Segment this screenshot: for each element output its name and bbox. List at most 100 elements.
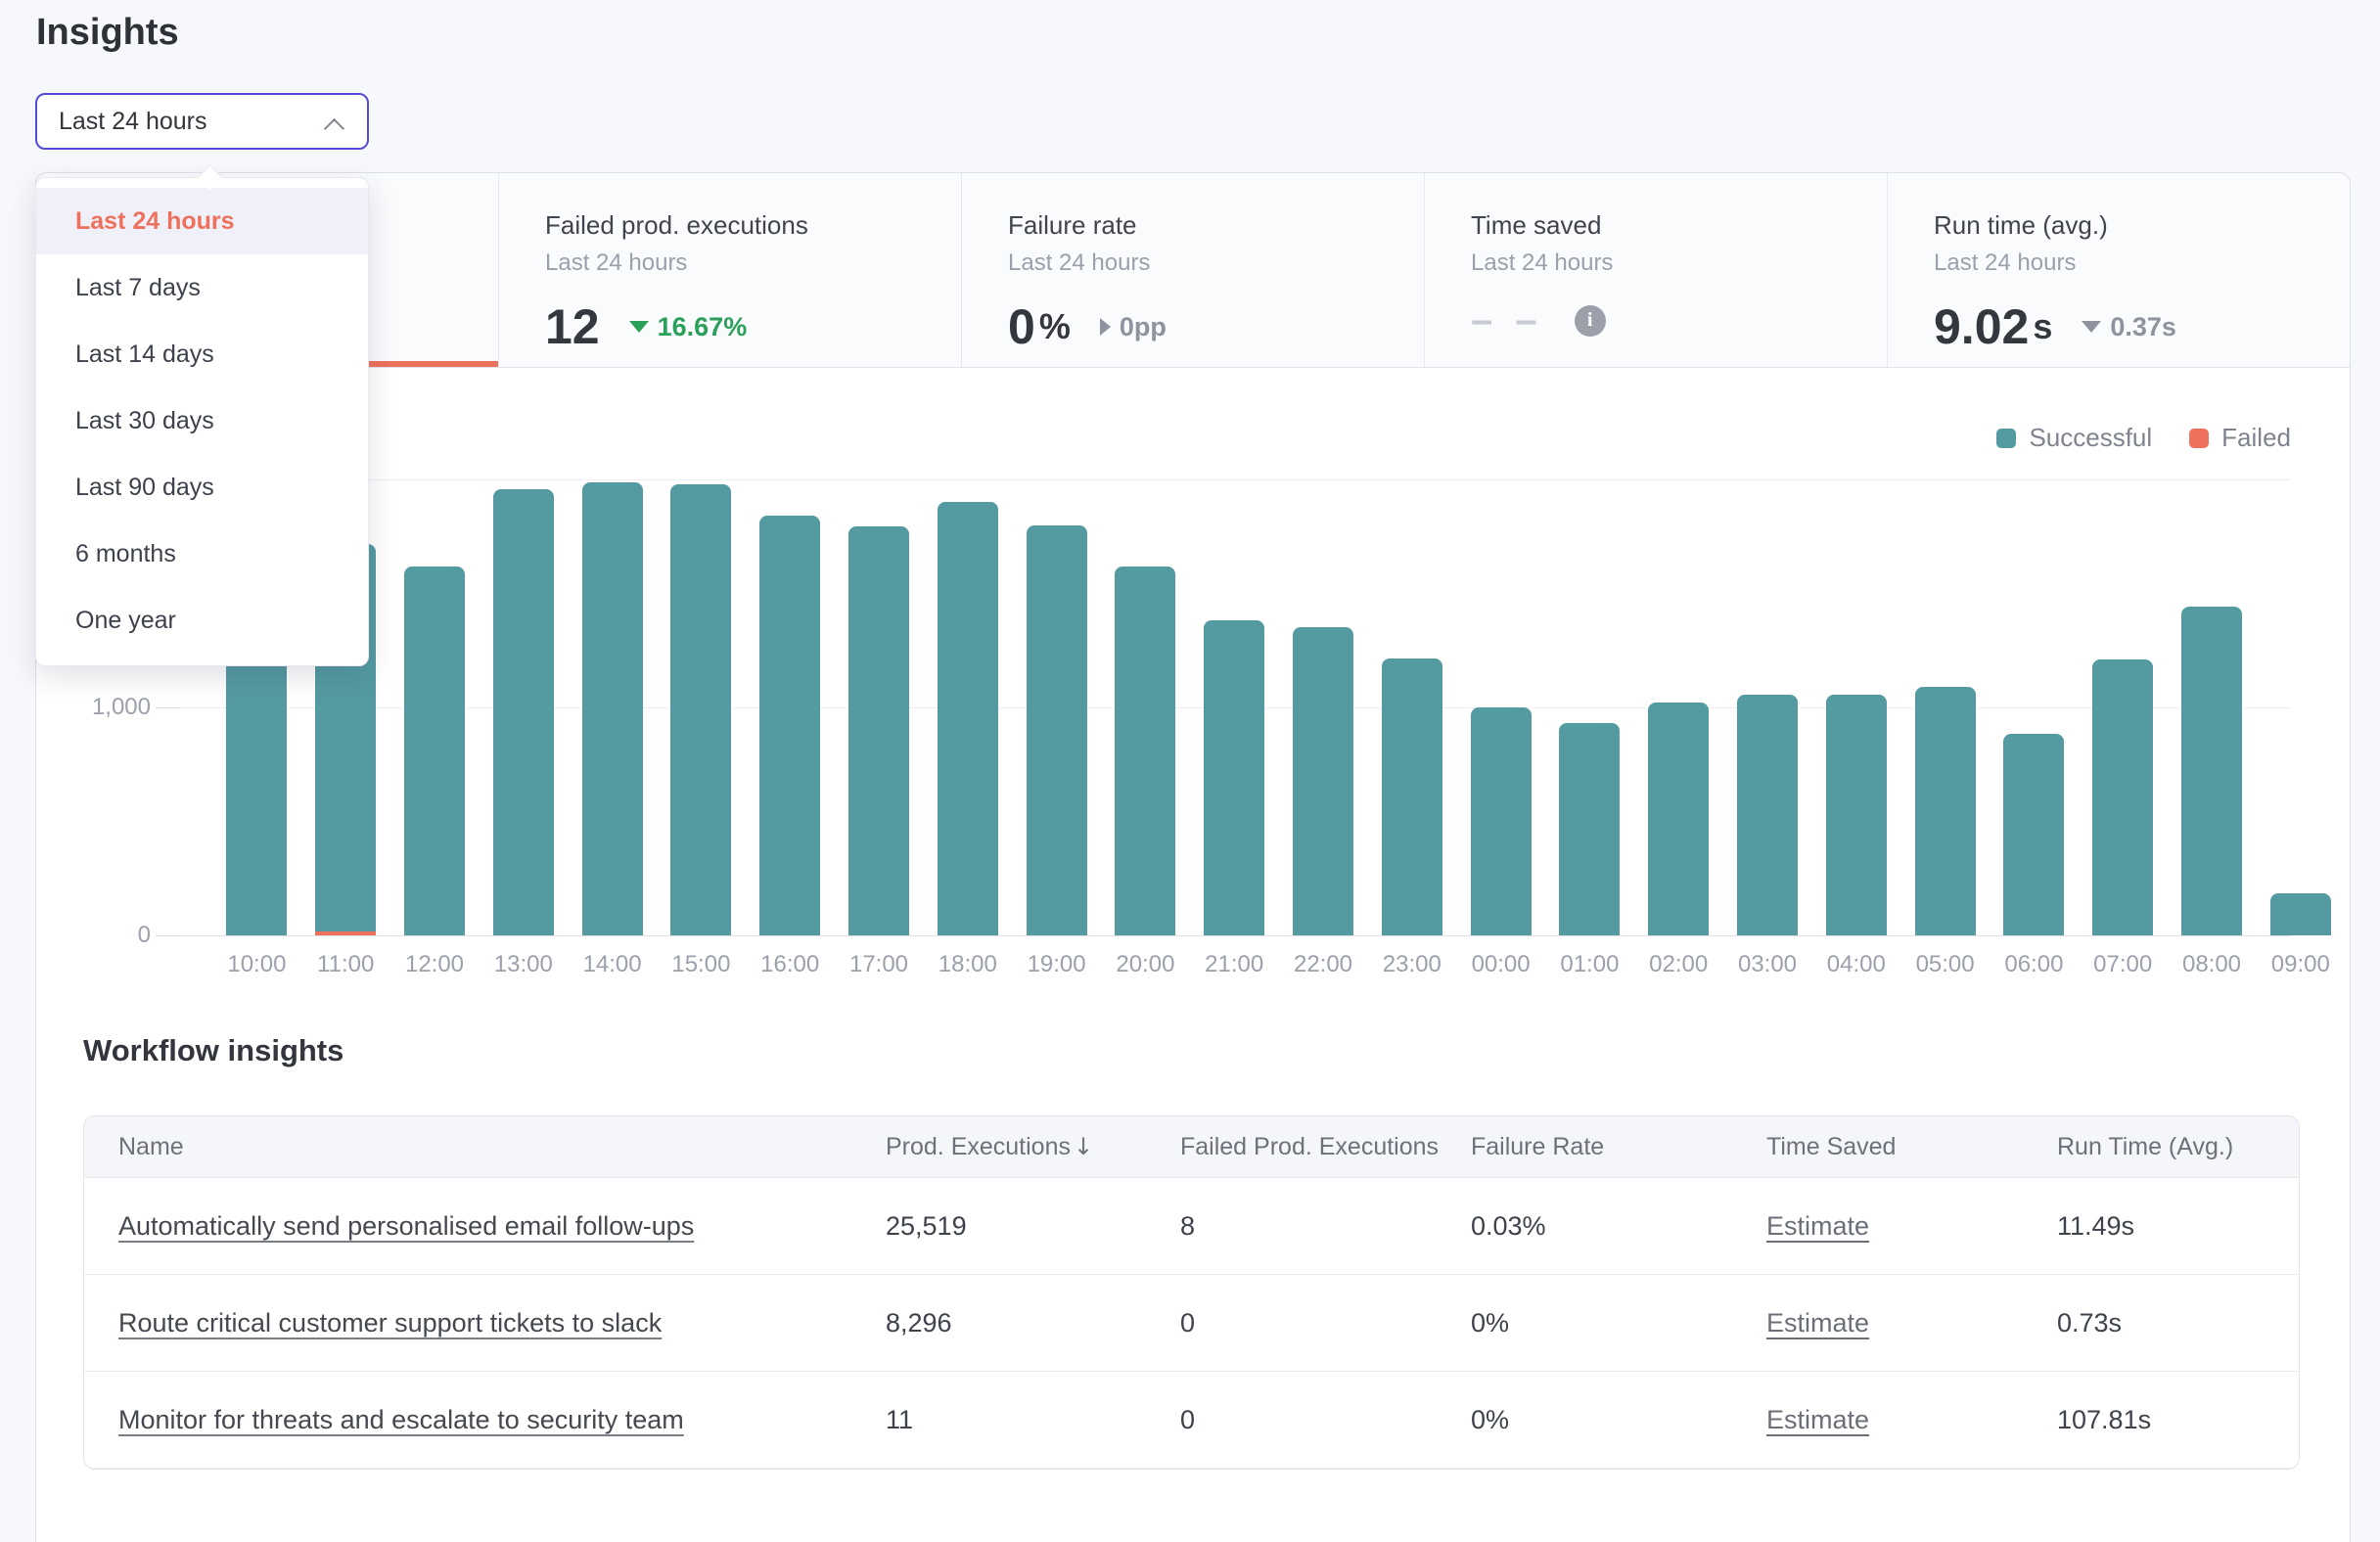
card-failure-rate[interactable]: Failure rate Last 24 hours 0 % 0pp <box>962 173 1425 367</box>
page-title: Insights <box>36 12 179 54</box>
bar-successful-21:00 <box>1204 620 1264 935</box>
bar-successful-15:00 <box>670 484 731 935</box>
bar-successful-14:00 <box>582 482 643 935</box>
failure-rate-cell: 0.03% <box>1471 1211 1766 1242</box>
card-title: Failed prod. executions <box>545 210 961 241</box>
bar-successful-09:00 <box>2270 893 2331 935</box>
triangle-right-icon <box>1100 318 1111 336</box>
workflow-name: Route critical customer support tickets … <box>84 1308 886 1338</box>
y-axis-label: 0 <box>38 922 151 949</box>
x-axis-label: 09:00 <box>2254 951 2348 978</box>
y-axis-label: 1,000 <box>38 694 151 721</box>
info-icon[interactable]: i <box>1575 305 1606 337</box>
bar-successful-22:00 <box>1293 627 1353 935</box>
card-value: 0 <box>1008 298 1035 355</box>
workflow-name: Monitor for threats and escalate to secu… <box>84 1405 886 1435</box>
run-time-avg-cell: 0.73s <box>2057 1308 2299 1338</box>
bar-successful-17:00 <box>848 526 909 935</box>
workflow-name-link[interactable]: Monitor for threats and escalate to secu… <box>118 1405 684 1434</box>
time-saved-link[interactable]: Estimate <box>1766 1308 1869 1338</box>
bar-successful-03:00 <box>1737 695 1798 935</box>
card-delta: 0pp <box>1100 312 1167 342</box>
time-saved-link[interactable]: Estimate <box>1766 1405 1869 1434</box>
prod-executions-cell: 25,519 <box>886 1211 1180 1242</box>
menu-item-last-14-days[interactable]: Last 14 days <box>36 321 368 387</box>
bar-successful-04:00 <box>1826 695 1887 935</box>
x-axis-label: 01:00 <box>1542 951 1636 978</box>
time-range-select[interactable]: Last 24 hours <box>35 93 369 150</box>
bar-successful-13:00 <box>493 489 554 935</box>
menu-item-last-90-days[interactable]: Last 90 days <box>36 454 368 521</box>
legend-label: Failed <box>2221 423 2291 453</box>
x-axis-label: 05:00 <box>1899 951 1992 978</box>
legend-item-successful[interactable]: Successful <box>1996 423 2152 453</box>
menu-item-last-30-days[interactable]: Last 30 days <box>36 387 368 454</box>
table-row: Route critical customer support tickets … <box>84 1275 2299 1372</box>
x-axis-label: 21:00 <box>1187 951 1281 978</box>
legend-label: Successful <box>2029 423 2152 453</box>
column-header-name[interactable]: Name <box>84 1133 886 1161</box>
run-time-avg-cell: 11.49s <box>2057 1211 2299 1242</box>
workflow-name-link[interactable]: Route critical customer support tickets … <box>118 1308 662 1338</box>
card-value: 12 <box>545 298 600 355</box>
column-header-prod-executions[interactable]: Prod. Executions↓ <box>886 1133 1180 1161</box>
gridline-0 <box>179 935 2291 936</box>
card-delta: 0.37s <box>2082 312 2176 342</box>
menu-item-one-year[interactable]: One year <box>36 587 368 654</box>
bar-successful-00:00 <box>1471 707 1532 935</box>
sort-desc-icon: ↓ <box>1074 1133 1093 1160</box>
summary-cards-row: Failed prod. executions Last 24 hours 12… <box>36 173 2350 368</box>
time-saved: Estimate <box>1766 1211 2057 1242</box>
column-header-failure-rate[interactable]: Failure Rate <box>1471 1133 1766 1161</box>
prod-executions-cell: 8,296 <box>886 1308 1180 1338</box>
card-unit: s <box>2033 306 2052 347</box>
x-axis-label: 10:00 <box>209 951 303 978</box>
card-time-saved[interactable]: Time saved Last 24 hours – – i <box>1425 173 1888 367</box>
x-axis-label: 19:00 <box>1010 951 1104 978</box>
x-axis-label: 18:00 <box>921 951 1015 978</box>
failed-prod-executions-cell: 0 <box>1180 1308 1471 1338</box>
x-axis-label: 16:00 <box>743 951 837 978</box>
failed-prod-executions-cell: 8 <box>1180 1211 1471 1242</box>
bar-successful-01:00 <box>1559 723 1620 935</box>
column-header-run-time-avg-[interactable]: Run Time (Avg.) <box>2057 1133 2299 1161</box>
menu-item-last-7-days[interactable]: Last 7 days <box>36 254 368 321</box>
x-axis-label: 04:00 <box>1809 951 1903 978</box>
time-saved: Estimate <box>1766 1308 2057 1338</box>
bar-successful-05:00 <box>1915 687 1976 935</box>
x-axis-label: 03:00 <box>1720 951 1814 978</box>
card-subtitle: Last 24 hours <box>1471 249 1887 277</box>
table-header-row: NameProd. Executions↓Failed Prod. Execut… <box>84 1116 2299 1178</box>
bar-successful-20:00 <box>1115 567 1175 935</box>
x-axis-label: 06:00 <box>1987 951 2081 978</box>
column-header-failed-prod-executions[interactable]: Failed Prod. Executions <box>1180 1133 1471 1161</box>
triangle-down-icon <box>2082 321 2101 333</box>
card-run-time-avg[interactable]: Run time (avg.) Last 24 hours 9.02 s 0.3… <box>1888 173 2350 367</box>
workflow-name-link[interactable]: Automatically send personalised email fo… <box>118 1211 694 1241</box>
executions-bar-chart: SuccessfulFailed 01,0002,00010:0011:0012… <box>36 367 2350 1032</box>
bar-successful-12:00 <box>404 567 465 935</box>
chevron-up-icon <box>324 118 344 139</box>
x-axis-label: 14:00 <box>566 951 660 978</box>
time-saved-link[interactable]: Estimate <box>1766 1211 1869 1241</box>
legend-item-failed[interactable]: Failed <box>2189 423 2291 453</box>
x-axis-label: 17:00 <box>832 951 926 978</box>
x-axis-label: 07:00 <box>2076 951 2170 978</box>
x-axis-label: 11:00 <box>298 951 392 978</box>
column-header-time-saved[interactable]: Time Saved <box>1766 1133 2057 1161</box>
x-axis-label: 20:00 <box>1098 951 1192 978</box>
bar-successful-06:00 <box>2003 734 2064 935</box>
menu-item-6-months[interactable]: 6 months <box>36 521 368 587</box>
card-title: Failure rate <box>1008 210 1424 241</box>
y-tick <box>156 935 179 936</box>
gridline-2000 <box>179 479 2291 480</box>
dropdown-arrow <box>197 164 223 191</box>
x-axis-label: 08:00 <box>2165 951 2259 978</box>
card-failed-prod-executions[interactable]: Failed prod. executions Last 24 hours 12… <box>499 173 962 367</box>
failed-prod-executions-cell: 0 <box>1180 1405 1471 1435</box>
failure-rate-cell: 0% <box>1471 1405 1766 1435</box>
workflow-insights-heading: Workflow insights <box>83 1033 343 1068</box>
time-range-value: Last 24 hours <box>59 108 207 136</box>
menu-item-last-24-hours[interactable]: Last 24 hours <box>36 188 368 254</box>
table-row: Automatically send personalised email fo… <box>84 1178 2299 1275</box>
